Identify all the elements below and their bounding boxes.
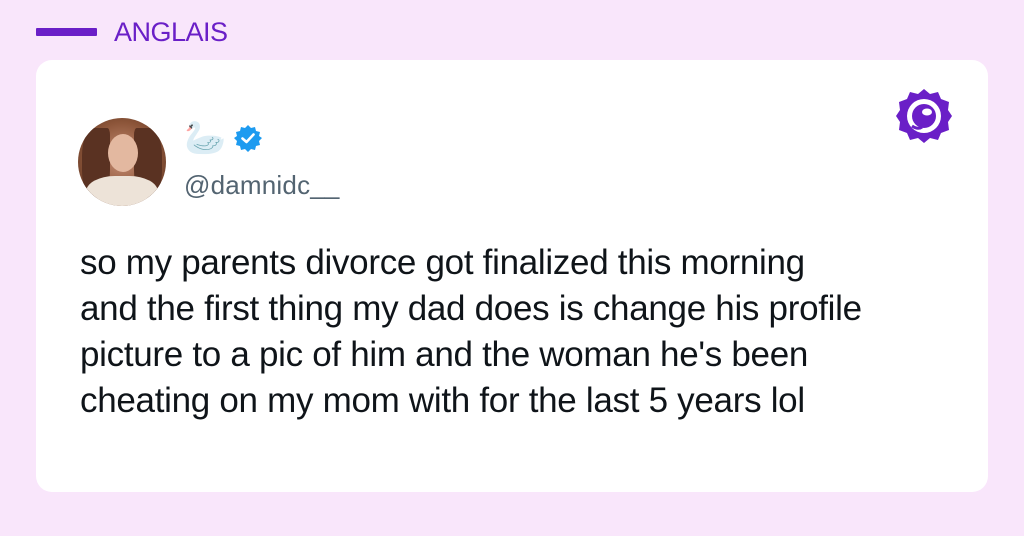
verified-badge-icon (234, 125, 263, 152)
accent-bar (36, 28, 97, 36)
author-handle[interactable]: @damnidc__ (184, 170, 340, 201)
author-name-row: 🦢 (184, 120, 263, 156)
language-label-row: ANGLAIS (36, 14, 228, 50)
display-name[interactable]: 🦢 (184, 120, 226, 156)
language-label: ANGLAIS (114, 16, 228, 47)
tweet-card: 🦢 @damnidc__ so my parents divorce got f… (36, 60, 988, 492)
brand-logo-icon (896, 89, 952, 143)
avatar[interactable] (78, 118, 166, 206)
tweet-text: so my parents divorce got finalized this… (80, 243, 862, 420)
